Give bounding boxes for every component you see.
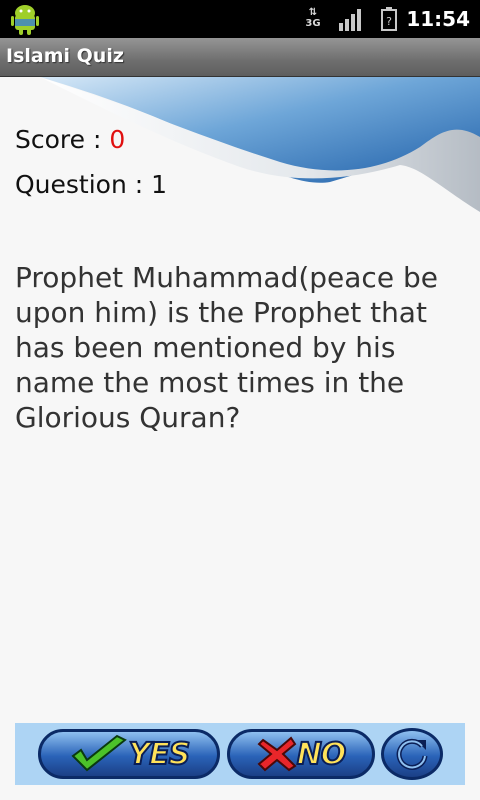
yes-button[interactable]: YES <box>38 729 220 779</box>
app-title: Islami Quiz <box>6 45 124 67</box>
question-text: Prophet Muhammad(peace be upon him) is t… <box>15 261 438 434</box>
title-bar: Islami Quiz <box>0 38 480 77</box>
score-display: Score : 0 <box>15 125 125 154</box>
svg-text:?: ? <box>386 15 392 28</box>
clock: 11:54 <box>406 7 470 31</box>
network-type: 3G <box>305 18 321 29</box>
no-button-label: NO <box>296 736 348 773</box>
android-app-icon <box>11 5 39 35</box>
no-button[interactable]: NO <box>227 729 375 779</box>
yes-button-label: YES <box>128 736 192 773</box>
check-icon <box>71 734 127 772</box>
question-number: Question : 1 <box>15 170 168 199</box>
cross-icon <box>257 736 297 772</box>
refresh-icon <box>396 738 428 770</box>
data-transfer-icon: ⇅ 3G <box>305 7 321 29</box>
battery-icon: ? <box>381 7 397 31</box>
answer-button-bar: YES NO <box>15 723 465 785</box>
score-label: Score : <box>15 125 110 154</box>
score-value: 0 <box>109 125 126 154</box>
status-bar: ⇅ 3G ? 11:54 <box>0 0 480 38</box>
signal-icon <box>339 9 361 31</box>
reset-button[interactable] <box>381 728 443 780</box>
